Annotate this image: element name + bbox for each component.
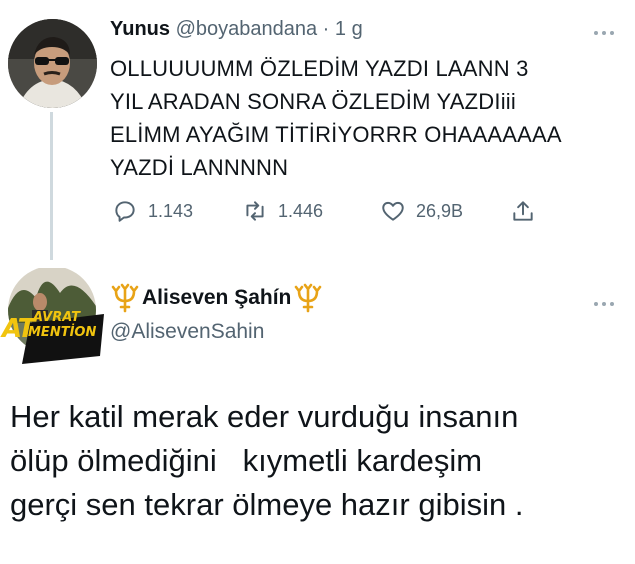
tweet-header: Yunus @boyabandana · 1 g <box>110 18 363 41</box>
user-handle[interactable]: @AlisevenSahin <box>110 320 264 344</box>
retweet-icon <box>246 201 264 221</box>
display-name-row[interactable]: Aliseven Şahín <box>110 283 323 313</box>
heart-icon <box>382 201 404 221</box>
trident-icon <box>111 283 139 313</box>
speech-bubble-icon <box>115 201 135 222</box>
tweet-text-line: OLLUUUUMM ÖZLEDİM YAZDI LAANN 3 <box>110 56 529 81</box>
user-handle[interactable]: @boyabandana <box>176 18 318 40</box>
more-dots-icon[interactable] <box>594 293 624 307</box>
display-name: Aliseven Şahín <box>142 286 292 309</box>
display-name[interactable]: Yunus <box>110 18 170 40</box>
tweet-text: Her katil merak eder vurduğu insanın ölü… <box>10 399 524 522</box>
tweet-text-line: YAZDİ LANNNNN <box>110 155 289 180</box>
tweet-text-line: YIL ARADAN SONRA ÖZLEDİM YAZDIiii <box>110 89 516 114</box>
reply-tweet: AT AVRAT MENTİON Aliseven Şahín @Aliseve… <box>0 262 635 564</box>
thread-connector-line <box>50 112 53 260</box>
tweet-text-line: ELİMM AYAĞIM TİTİRİYORRR OHAAAAAAA <box>110 122 562 147</box>
reply-count: 1.143 <box>148 200 194 221</box>
like-button[interactable]: 26,9B <box>380 196 463 226</box>
meta-separator: · <box>317 18 335 40</box>
share-button[interactable] <box>510 196 536 226</box>
reply-button[interactable]: 1.143 <box>112 196 193 226</box>
aliseven-avatar[interactable]: AT AVRAT MENTİON <box>0 266 112 368</box>
parent-tweet: Yunus @boyabandana · 1 g OLLUUUUMM ÖZLED… <box>0 0 635 262</box>
retweet-count: 1.446 <box>278 200 324 221</box>
avatar-badge-line2: MENTİON <box>28 325 97 340</box>
profile-photo-icon <box>8 19 97 108</box>
retweet-button[interactable]: 1.446 <box>242 196 323 226</box>
more-dots-icon[interactable] <box>594 22 624 36</box>
tweet-text: OLLUUUUMM ÖZLEDİM YAZDI LAANN 3 YIL ARAD… <box>110 52 630 184</box>
tweet-time[interactable]: 1 g <box>335 18 363 40</box>
avatar-badge-line1: AVRAT <box>33 310 80 325</box>
trident-icon <box>295 283 322 313</box>
yunus-avatar[interactable] <box>8 19 97 108</box>
tweet-actions: 1.143 1.446 26,9B <box>112 196 632 226</box>
like-count: 26,9B <box>416 200 464 221</box>
share-icon <box>513 201 533 221</box>
